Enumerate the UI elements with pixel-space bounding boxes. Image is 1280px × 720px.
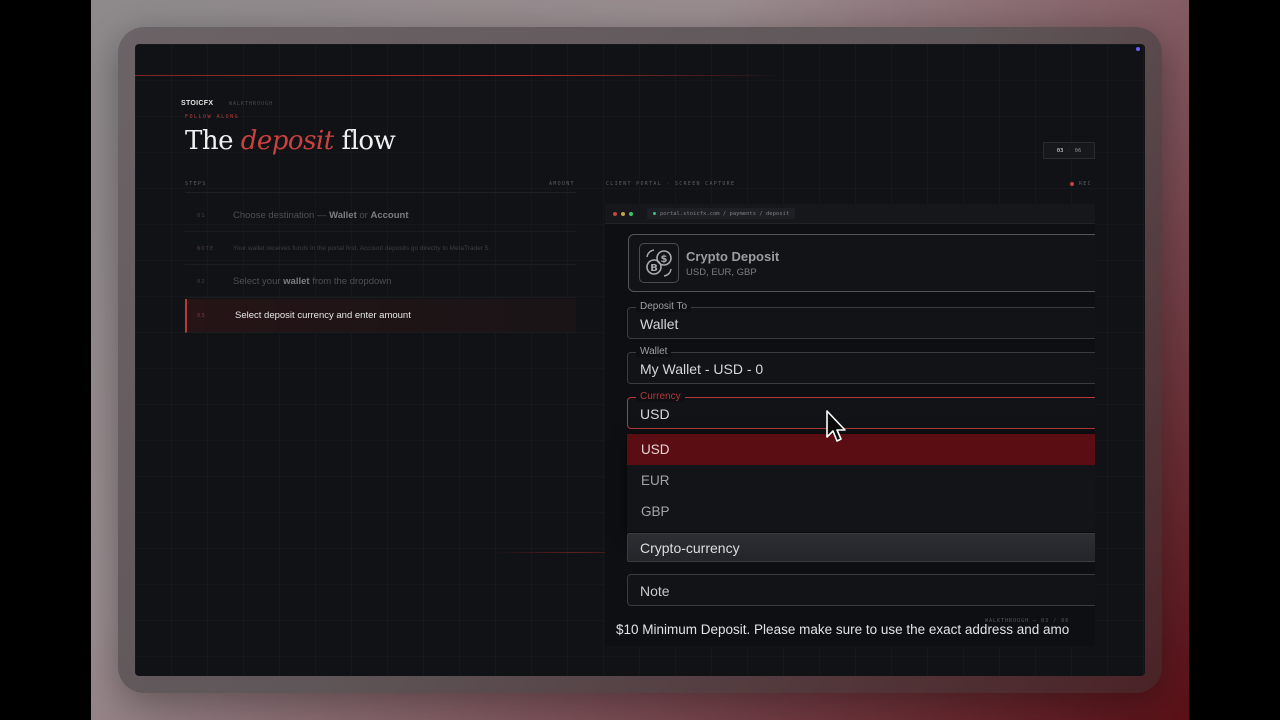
rec-label: REC <box>1079 181 1092 187</box>
title-post: flow <box>341 126 396 156</box>
card-title: Crypto Deposit <box>686 248 780 264</box>
step-number: 03 <box>197 312 206 319</box>
portal-capture: portal.stoicfx.com / payments / deposit … <box>605 204 1095 646</box>
counter-total: 06 <box>1074 147 1082 154</box>
step-text: Select deposit currency and enter amount <box>235 310 411 321</box>
currency-select[interactable]: Currency USD <box>627 391 1095 429</box>
steps-divider <box>185 192 576 193</box>
step-3-active[interactable]: 03 Select deposit currency and enter amo… <box>185 299 576 333</box>
svg-text:$: $ <box>661 254 668 265</box>
step-1[interactable]: 01 Choose destination — Wallet or Accoun… <box>185 200 576 232</box>
deposit-to-field[interactable]: Deposit To Wallet <box>627 301 1095 339</box>
steps-header: STEPS <box>185 181 207 187</box>
mouse-pointer-icon <box>826 410 846 442</box>
step-number: NOTE <box>197 245 215 252</box>
card-title-block: Crypto Deposit USD, EUR, GBP <box>686 249 779 278</box>
card-subtitle: USD, EUR, GBP <box>686 266 757 278</box>
currency-dropdown: USD EUR GBP <box>627 434 1095 532</box>
step-text: Choose destination — Wallet or Account <box>233 210 409 221</box>
page-title: The deposit flow <box>185 126 396 156</box>
crypto-currency-select[interactable]: Crypto-currency <box>627 533 1095 562</box>
field-value: Wallet <box>640 316 679 332</box>
field-label: Wallet <box>636 346 672 357</box>
counter-separator: · <box>1067 147 1071 154</box>
eyebrow-label: FOLLOW ALONG <box>185 114 240 120</box>
field-value: Crypto-currency <box>640 540 740 556</box>
minimum-deposit-notice: $10 Minimum Deposit. Please make sure to… <box>616 622 1070 637</box>
maximize-dot-icon <box>629 211 633 216</box>
step-text: Select your wallet from the dropdown <box>233 276 392 287</box>
step-note: NOTE Your wallet receives funds in the p… <box>185 233 576 265</box>
field-label: Currency <box>636 391 685 402</box>
accent-line <box>135 75 785 76</box>
counter-current: 03 <box>1056 147 1064 154</box>
field-value: USD <box>640 406 670 422</box>
step-2[interactable]: 02 Select your wallet from the dropdown <box>185 266 576 298</box>
coin-exchange-icon: B $ <box>639 243 679 283</box>
step-number: 01 <box>197 212 206 219</box>
option-usd[interactable]: USD <box>627 434 1095 465</box>
record-dot-icon <box>1070 182 1074 186</box>
step-number: 02 <box>197 278 206 285</box>
minimize-dot-icon <box>621 211 625 216</box>
close-dot-icon <box>613 211 617 216</box>
portal-header: CLIENT PORTAL · SCREEN CAPTURE <box>606 181 736 187</box>
field-value: My Wallet - USD - 0 <box>640 361 764 377</box>
option-eur[interactable]: EUR <box>627 465 1095 496</box>
step-counter: 03 · 06 <box>1043 142 1095 159</box>
brand-subtitle: WALKTHROUGH <box>229 101 274 107</box>
crypto-deposit-card[interactable]: B $ Crypto Deposit USD, EUR, GBP <box>628 234 1095 292</box>
title-pre: The <box>185 126 233 156</box>
note-field[interactable]: Note <box>627 574 1095 606</box>
field-label: Deposit To <box>636 301 692 312</box>
url-text: portal.stoicfx.com / payments / deposit <box>660 210 790 217</box>
url-bar[interactable]: portal.stoicfx.com / payments / deposit <box>647 208 796 219</box>
svg-text:B: B <box>650 263 658 274</box>
option-gbp[interactable]: GBP <box>627 496 1095 527</box>
title-accent: deposit <box>240 126 334 156</box>
screen: STOICFX WALKTHROUGH FOLLOW ALONG The dep… <box>135 44 1145 676</box>
secure-icon <box>653 212 656 215</box>
brand-logo: STOICFX <box>181 100 214 107</box>
wallet-field[interactable]: Wallet My Wallet - USD - 0 <box>627 346 1095 384</box>
browser-chrome: portal.stoicfx.com / payments / deposit <box>605 204 1095 224</box>
camera-dot-icon <box>1136 47 1140 51</box>
step-text: Your wallet receives funds in the portal… <box>233 245 491 252</box>
amount-header: AMOUNT <box>549 181 575 187</box>
field-value: Note <box>640 583 670 599</box>
